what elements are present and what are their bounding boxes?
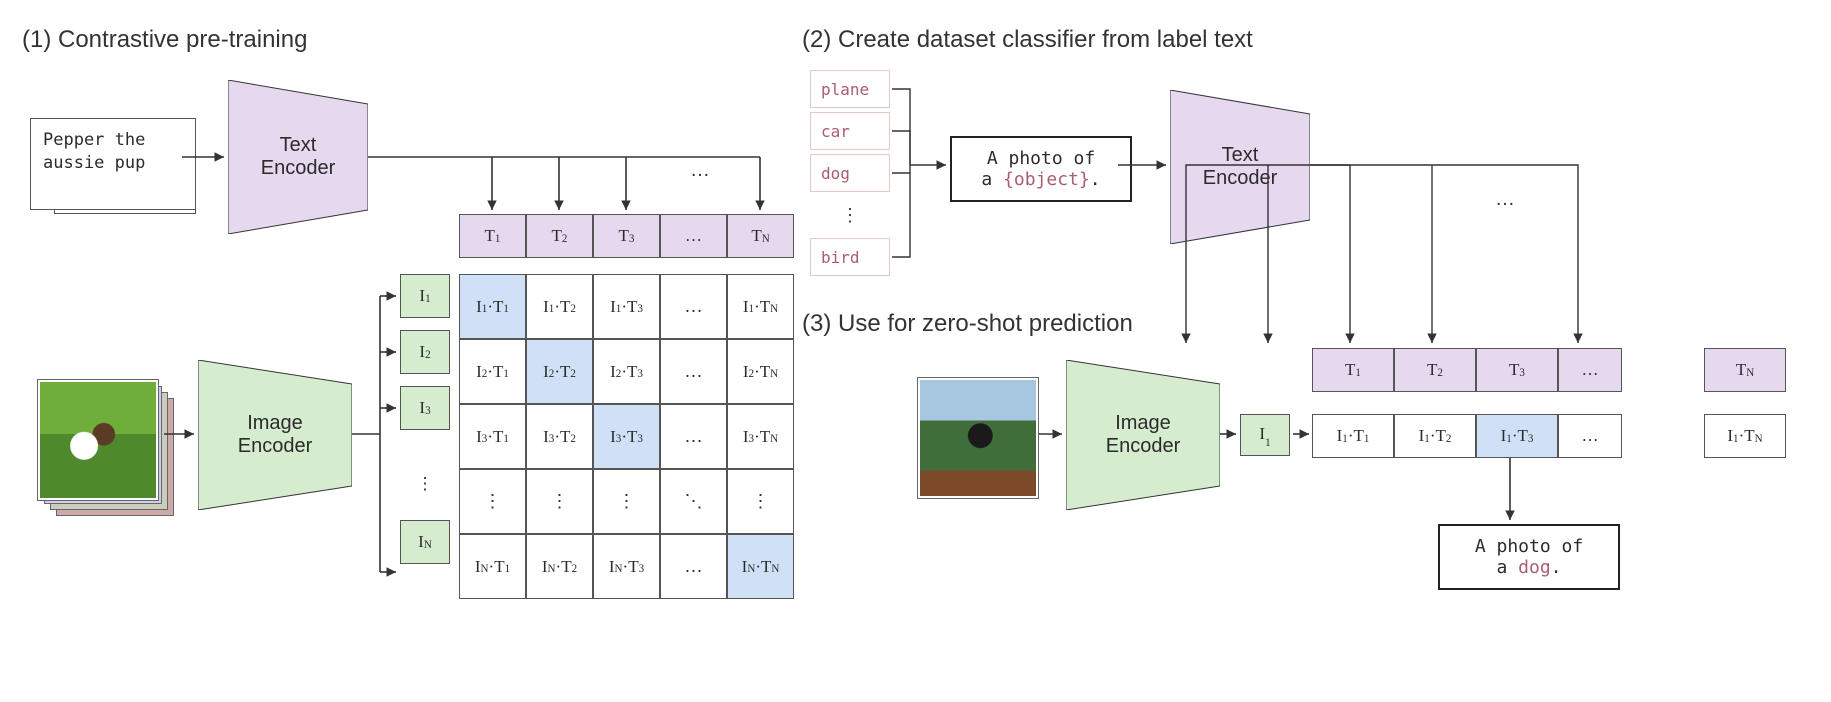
t-cell: T3 — [1476, 348, 1558, 392]
query-image — [918, 378, 1038, 498]
dot-cell: I1·T3 — [1476, 414, 1558, 458]
t-cell: T1 — [1312, 348, 1394, 392]
dot-cell: I1·TN — [1704, 414, 1786, 458]
dot-cell: I1·T1 — [1312, 414, 1394, 458]
dot-cell: … — [1558, 414, 1622, 458]
t-cell: … — [1558, 348, 1622, 392]
image-encoder-right: Image Encoder — [1066, 360, 1220, 510]
result-box: A photo of a dog. — [1438, 524, 1620, 590]
dot-cell: I1·T2 — [1394, 414, 1476, 458]
heading-3: (3) Use for zero-shot prediction — [802, 310, 1133, 338]
t-cell: T2 — [1394, 348, 1476, 392]
t-cell: TN — [1704, 348, 1786, 392]
svg-text:…: … — [1495, 188, 1515, 210]
i1-cell: I1 — [1240, 414, 1290, 456]
